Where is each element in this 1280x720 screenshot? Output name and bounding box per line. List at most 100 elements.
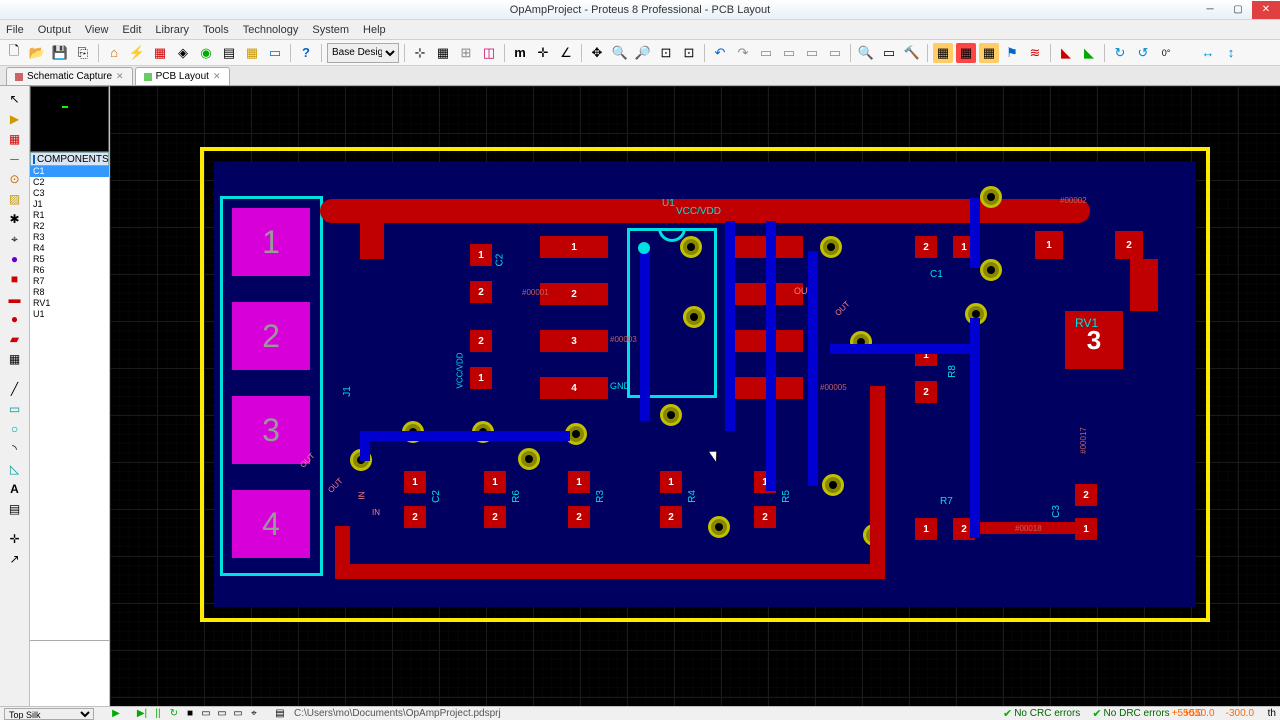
components-list[interactable]: C1 C2 C3 J1 R1 R2 R3 R4 R5 R6 R7 R8 RV1 … bbox=[30, 166, 109, 640]
menu-output[interactable]: Output bbox=[38, 24, 71, 36]
tab-pcb-layout[interactable]: PCB Layout✕ bbox=[135, 67, 230, 85]
zoom-out-icon[interactable]: 🔎 bbox=[633, 43, 653, 63]
circle-icon[interactable]: ○ bbox=[5, 420, 25, 438]
open-icon[interactable]: 📂 bbox=[27, 43, 47, 63]
3d-icon[interactable]: ◈ bbox=[173, 43, 193, 63]
components-toggle-icon[interactable] bbox=[33, 155, 35, 164]
menu-technology[interactable]: Technology bbox=[243, 24, 299, 36]
arc-icon[interactable]: ◝ bbox=[5, 440, 25, 458]
menu-system[interactable]: System bbox=[312, 24, 349, 36]
design-variant-select[interactable]: Base Design bbox=[327, 43, 399, 63]
bom-icon[interactable]: ▦ bbox=[242, 43, 262, 63]
make-icon[interactable]: 🔨 bbox=[902, 43, 922, 63]
pad-j1-4[interactable]: 4 bbox=[232, 490, 310, 558]
circle-pad-icon[interactable]: ● bbox=[5, 310, 25, 328]
padstack-icon[interactable]: ▦ bbox=[5, 350, 25, 368]
zoom-all-icon[interactable]: ⊡ bbox=[656, 43, 676, 63]
list-item[interactable]: R2 bbox=[30, 221, 109, 232]
zone-mode-icon[interactable]: ▨ bbox=[5, 190, 25, 208]
block-copy-icon[interactable]: ▭ bbox=[756, 43, 776, 63]
package-icon[interactable]: ▭ bbox=[879, 43, 899, 63]
selection-mode-icon[interactable]: ↖ bbox=[5, 90, 25, 108]
marker-icon[interactable]: ↗ bbox=[5, 550, 25, 568]
autoroute-icon[interactable]: ≋ bbox=[1025, 43, 1045, 63]
smd-pad-icon[interactable]: ▬ bbox=[5, 290, 25, 308]
new-icon[interactable]: 🗋 bbox=[4, 43, 24, 63]
path-icon[interactable]: ◺ bbox=[5, 460, 25, 478]
menu-tools[interactable]: Tools bbox=[203, 24, 229, 36]
false-origin-icon[interactable]: ✛ bbox=[533, 43, 553, 63]
sim-loop-icon[interactable]: ↻ bbox=[166, 708, 182, 719]
dimension-icon[interactable]: ✛ bbox=[5, 530, 25, 548]
symbol-icon[interactable]: ▤ bbox=[5, 500, 25, 518]
flip-h-icon[interactable]: ↔ bbox=[1198, 43, 1218, 63]
help-icon[interactable]: ? bbox=[296, 43, 316, 63]
gerber-icon[interactable]: ◉ bbox=[196, 43, 216, 63]
ratsnest-icon[interactable]: ✱ bbox=[5, 210, 25, 228]
undo-icon[interactable]: ↶ bbox=[710, 43, 730, 63]
layers-icon[interactable]: ◫ bbox=[479, 43, 499, 63]
rotate-cw-icon[interactable]: ↻ bbox=[1110, 43, 1130, 63]
menu-file[interactable]: File bbox=[6, 24, 24, 36]
maximize-button[interactable]: ▢ bbox=[1224, 1, 1252, 19]
tab-schematic[interactable]: Schematic Capture✕ bbox=[6, 67, 133, 85]
zoom-in-icon[interactable]: 🔍 bbox=[610, 43, 630, 63]
schematic-icon[interactable]: ⚡ bbox=[127, 43, 147, 63]
filter1-icon[interactable]: ◣ bbox=[1056, 43, 1076, 63]
layer-select[interactable]: Top Silk bbox=[4, 708, 94, 720]
sim-icon[interactable]: ▭ bbox=[265, 43, 285, 63]
menu-help[interactable]: Help bbox=[363, 24, 386, 36]
list-item[interactable]: R5 bbox=[30, 254, 109, 265]
close-tab-icon[interactable]: ✕ bbox=[213, 71, 221, 82]
list-item[interactable]: C1 bbox=[30, 166, 109, 177]
zoom-area-icon[interactable]: ⊡ bbox=[679, 43, 699, 63]
rotate-ccw-icon[interactable]: ↺ bbox=[1133, 43, 1153, 63]
box-icon[interactable]: ▭ bbox=[5, 400, 25, 418]
board-preview[interactable] bbox=[30, 86, 109, 152]
block-rotate-icon[interactable]: ▭ bbox=[802, 43, 822, 63]
sim-tool4-icon[interactable]: ⌖ bbox=[246, 708, 262, 719]
list-item[interactable]: R8 bbox=[30, 287, 109, 298]
list-item[interactable]: R3 bbox=[30, 232, 109, 243]
origin-icon[interactable]: ⊹ bbox=[410, 43, 430, 63]
grid-icon[interactable]: ⊞ bbox=[456, 43, 476, 63]
filter2-icon[interactable]: ◣ bbox=[1079, 43, 1099, 63]
block-move-icon[interactable]: ▭ bbox=[779, 43, 799, 63]
sim-run-icon[interactable]: ▶ bbox=[108, 708, 124, 719]
block-delete-icon[interactable]: ▭ bbox=[825, 43, 845, 63]
sim-tool2-icon[interactable]: ▭ bbox=[214, 708, 230, 719]
component-mode-icon[interactable]: ▶ bbox=[5, 110, 25, 128]
pad-j1-3[interactable]: 3 bbox=[232, 396, 310, 464]
redo-icon[interactable]: ↷ bbox=[733, 43, 753, 63]
list-item[interactable]: C3 bbox=[30, 188, 109, 199]
list-item[interactable]: C2 bbox=[30, 177, 109, 188]
snap-icon[interactable]: ▦ bbox=[433, 43, 453, 63]
text-icon[interactable]: A bbox=[5, 480, 25, 498]
pick-icon[interactable]: 🔍 bbox=[856, 43, 876, 63]
sim-tool3-icon[interactable]: ▭ bbox=[230, 708, 246, 719]
toggle3-icon[interactable]: ▦ bbox=[979, 43, 999, 63]
angle-icon[interactable]: 0° bbox=[1156, 43, 1176, 63]
close-project-icon[interactable]: ⎘ bbox=[73, 43, 93, 63]
list-item[interactable]: R1 bbox=[30, 210, 109, 221]
pcb-icon[interactable]: ▦ bbox=[150, 43, 170, 63]
menu-edit[interactable]: Edit bbox=[122, 24, 141, 36]
sim-stop-icon[interactable]: ■ bbox=[182, 708, 198, 719]
pad-j1-1[interactable]: 1 bbox=[232, 208, 310, 276]
pad-j1-2[interactable]: 2 bbox=[232, 302, 310, 370]
list-item[interactable]: R7 bbox=[30, 276, 109, 287]
list-item[interactable]: R6 bbox=[30, 265, 109, 276]
minimize-button[interactable]: ─ bbox=[1196, 1, 1224, 19]
polar-icon[interactable]: ∠ bbox=[556, 43, 576, 63]
flip-v-icon[interactable]: ↕ bbox=[1221, 43, 1241, 63]
menu-library[interactable]: Library bbox=[155, 24, 189, 36]
via-mode-icon[interactable]: ⊙ bbox=[5, 170, 25, 188]
track-mode-icon[interactable]: ─ bbox=[5, 150, 25, 168]
list-item[interactable]: RV1 bbox=[30, 298, 109, 309]
round-pad-icon[interactable]: ● bbox=[5, 250, 25, 268]
save-icon[interactable]: 💾 bbox=[50, 43, 70, 63]
autoplace-icon[interactable]: ⚑ bbox=[1002, 43, 1022, 63]
square-pad-icon[interactable]: ■ bbox=[5, 270, 25, 288]
menu-view[interactable]: View bbox=[85, 24, 109, 36]
close-button[interactable]: ✕ bbox=[1252, 1, 1280, 19]
